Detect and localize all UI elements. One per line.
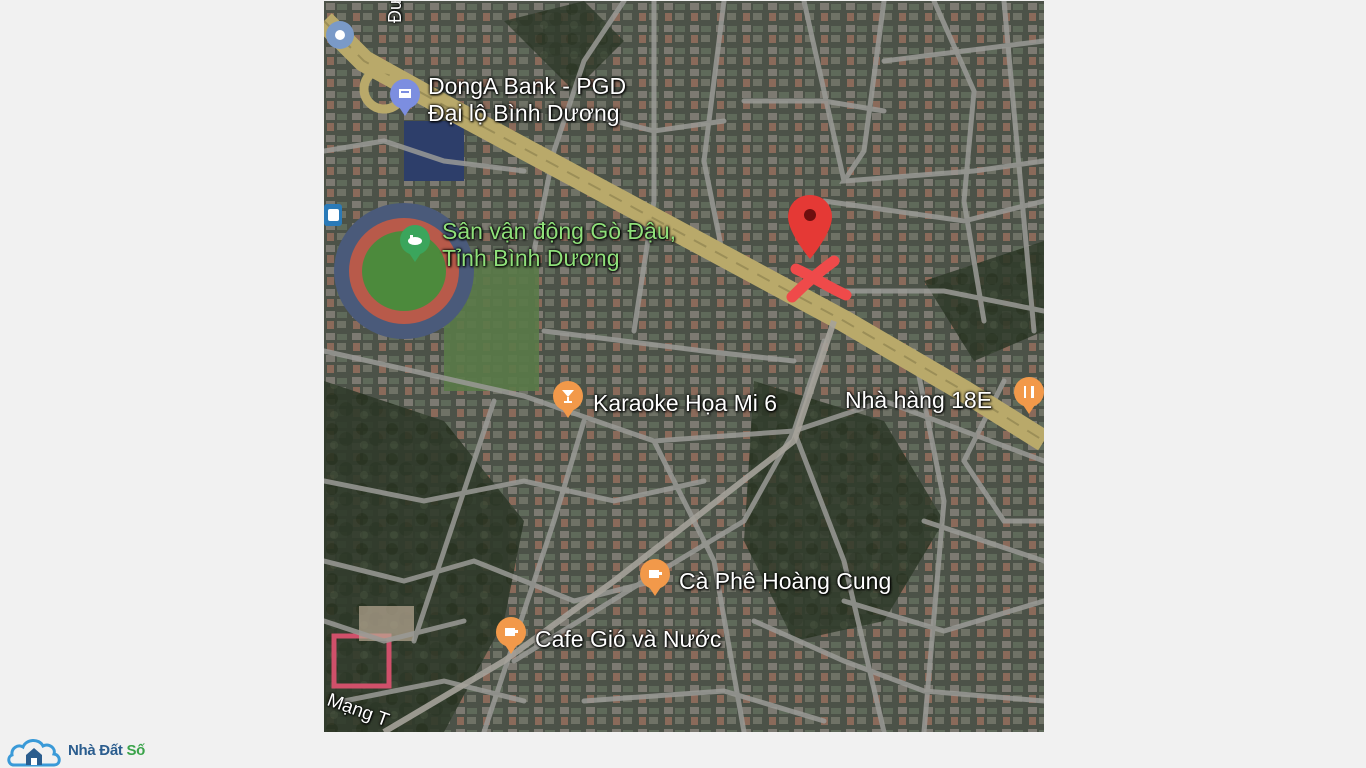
donga-bank-label[interactable]: DongA Bank - PGD Đại lộ Bình Dương [428,73,626,127]
logo-text: Nhà Đất Số [68,741,146,759]
cocktail-icon[interactable] [553,381,583,418]
location-dot-icon[interactable] [326,21,354,49]
hoang-cung-label[interactable]: Cà Phê Hoàng Cung [679,568,891,595]
map-view[interactable]: Đườ Mạng T DongA Bank - PGD Đại lộ Bình … [324,1,1044,732]
house-cloud-icon [7,739,61,767]
restaurant-icon[interactable] [1014,377,1044,414]
nha-dat-so-logo: Nhà Đất Số [6,732,145,768]
x-mark-icon [786,253,852,303]
restaurant-label[interactable]: Nhà hàng 18E [845,387,992,414]
karaoke-label[interactable]: Karaoke Họa Mi 6 [593,390,777,417]
street-label-top: Đườ [385,1,405,23]
coffee-icon[interactable] [496,617,526,654]
coffee-icon[interactable] [640,559,670,596]
stadium-label[interactable]: Sân vận động Gò Đậu, Tỉnh Bình Dương [442,218,676,272]
gio-va-nuoc-label[interactable]: Cafe Gió và Nước [535,626,721,653]
bus-stop-icon[interactable] [324,204,342,226]
stadium-icon[interactable] [400,225,430,262]
bank-icon[interactable] [390,79,420,116]
